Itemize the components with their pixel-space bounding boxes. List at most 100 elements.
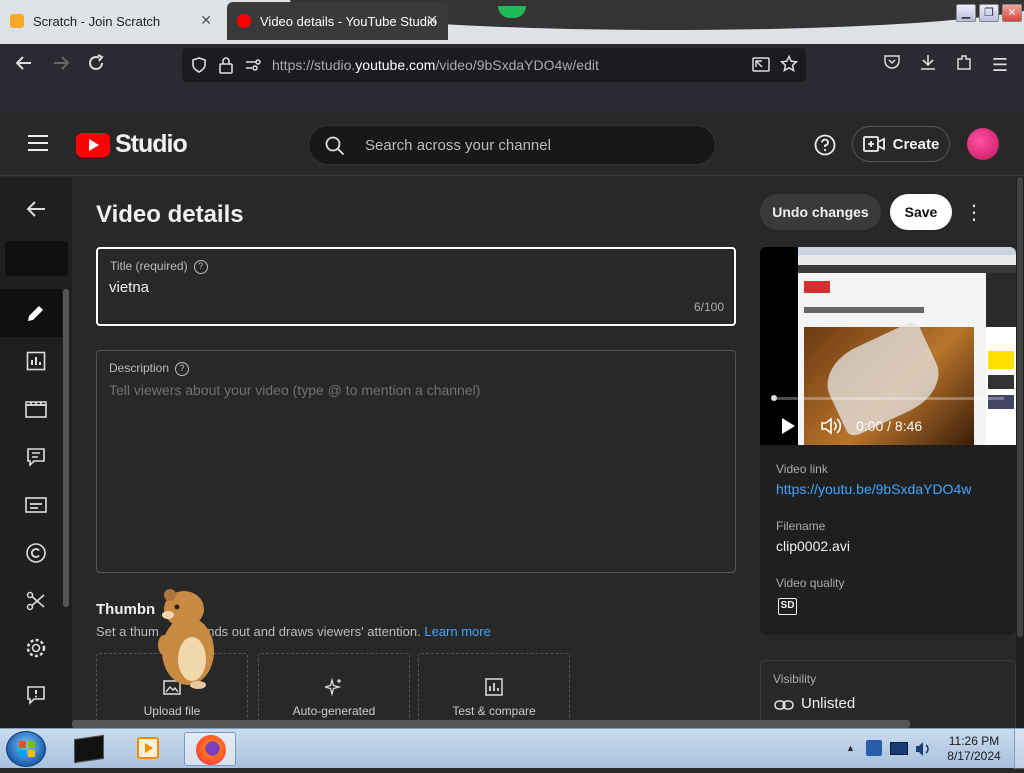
video-progress-track[interactable] (772, 397, 1004, 400)
picture-in-picture-icon[interactable] (752, 57, 770, 78)
video-card: 0:00 / 8:46 Video link https://youtu.be/… (760, 247, 1016, 635)
studio-menu-icon[interactable] (28, 134, 48, 157)
help-icon[interactable] (814, 134, 836, 161)
tab-scratch[interactable]: Scratch - Join Scratch ✕ (0, 2, 222, 40)
start-button[interactable] (6, 731, 46, 767)
hamster-desktop-pet[interactable] (150, 585, 220, 690)
taskbar-item-terminal[interactable] (64, 732, 112, 766)
create-video-icon (862, 136, 885, 152)
tray-show-hidden-icon[interactable]: ▲ (846, 743, 855, 753)
windows-logo-icon (19, 741, 35, 757)
logo-text: Studio (115, 130, 188, 158)
sidebar-scrollbar[interactable] (63, 289, 69, 607)
test-compare-label: Test & compare (452, 704, 536, 718)
browser-tab-strip: Scratch - Join Scratch ✕ Video details -… (0, 0, 1024, 44)
visibility-value: Unlisted (801, 695, 856, 712)
reload-icon[interactable] (84, 53, 108, 77)
sidebar-item-editor-clapper-icon[interactable] (18, 391, 54, 427)
description-field-label: Description? (109, 361, 190, 376)
sidebar-item-details-pencil-icon[interactable] (18, 295, 54, 331)
minimize-window-button[interactable]: ▁ (956, 4, 976, 22)
filename-value: clip0002.avi (776, 538, 850, 554)
horizontal-scrollbar[interactable] (72, 720, 910, 728)
tab-list-chevron-down-icon[interactable] (886, 12, 902, 28)
tray-network-icon[interactable] (890, 742, 908, 755)
permissions-icon[interactable] (244, 57, 262, 78)
url-domain: youtube.com (355, 57, 436, 73)
video-link[interactable]: https://youtu.be/9bSxdaYDO4w (776, 481, 971, 497)
title-value[interactable]: vietna (109, 279, 149, 296)
sidebar-item-comments-icon[interactable] (18, 439, 54, 475)
browser-nav-bar: https://studio.youtube.com/video/9bSxdaY… (0, 44, 1024, 112)
tray-app-icon[interactable] (866, 740, 882, 756)
title-field-label: Title (required)? (110, 259, 208, 274)
close-tab-icon[interactable]: ✕ (200, 12, 212, 29)
pocket-icon[interactable] (880, 53, 904, 77)
taskbar-clock[interactable]: 11:26 PM 8/17/2024 (936, 734, 1012, 764)
close-window-button[interactable]: ✕ (1002, 4, 1022, 22)
undo-changes-button[interactable]: Undo changes (760, 194, 881, 230)
sidebar-settings-gear-icon[interactable] (18, 630, 54, 666)
description-label-text: Description (109, 361, 170, 375)
title-counter: 6/100 (693, 300, 724, 314)
tab-video-details[interactable]: Video details - YouTube Studio ✕ (227, 2, 448, 40)
test-compare-button[interactable]: Test & compare (418, 653, 570, 728)
downloads-icon[interactable] (916, 53, 940, 77)
search-placeholder: Search across your channel (365, 137, 551, 154)
sidebar-feedback-icon[interactable] (18, 677, 54, 713)
show-desktop-button[interactable] (1014, 729, 1024, 769)
chart-icon (419, 678, 569, 701)
video-progress-handle[interactable] (771, 395, 777, 401)
save-button[interactable]: Save (890, 194, 952, 230)
url-prefix: https://studio. (272, 57, 356, 73)
sidebar-item-subtitles-icon[interactable] (18, 487, 54, 523)
tab-title: Scratch - Join Scratch (33, 13, 161, 29)
youtube-play-logo-icon (76, 132, 110, 157)
video-player[interactable]: 0:00 / 8:46 (760, 247, 1016, 445)
video-link-label: Video link (776, 462, 828, 476)
menu-hamburger-icon[interactable]: ☰ (988, 53, 1012, 77)
forward-arrow-icon[interactable] (49, 53, 73, 77)
learn-more-link[interactable]: Learn more (424, 624, 490, 639)
sidebar-item-analytics-icon[interactable] (18, 343, 54, 379)
scratch-favicon-icon (10, 14, 24, 28)
url-text[interactable]: https://studio.youtube.com/video/9bSxdaY… (272, 57, 599, 73)
back-arrow-icon[interactable] (18, 191, 54, 227)
more-options-icon[interactable]: ⋮ (964, 200, 984, 225)
url-path: /video/9bSxdaYDO4w/edit (435, 57, 599, 73)
address-bar[interactable]: https://studio.youtube.com/video/9bSxdaY… (182, 48, 806, 82)
youtube-studio-favicon-icon (237, 14, 251, 28)
taskbar-item-media-player[interactable] (124, 732, 172, 766)
description-placeholder: Tell viewers about your video (type @ to… (109, 382, 481, 398)
youtube-studio-logo[interactable]: Studio (76, 130, 188, 159)
tray-volume-icon[interactable] (914, 740, 932, 763)
auto-generated-button[interactable]: Auto-generated (258, 653, 410, 728)
bookmark-star-icon[interactable] (779, 54, 799, 78)
page-scrollbar[interactable] (1016, 177, 1024, 728)
taskbar-item-firefox[interactable] (184, 732, 236, 766)
close-tab-icon[interactable]: ✕ (426, 12, 438, 29)
avatar[interactable] (967, 128, 999, 160)
channel-search-input[interactable]: Search across your channel (308, 125, 716, 165)
extensions-icon[interactable] (952, 53, 976, 77)
sd-badge: SD (778, 598, 797, 615)
title-field[interactable]: Title (required)? vietna 6/100 (96, 247, 736, 326)
clock-time: 11:26 PM (948, 734, 1000, 748)
windows-taskbar: ▲ 11:26 PM 8/17/2024 (0, 728, 1024, 769)
thumbnail-heading: Thumbn (96, 601, 156, 618)
volume-icon[interactable] (820, 416, 842, 441)
restore-window-button[interactable]: ❐ (979, 4, 999, 22)
sidebar-item-copyright-icon[interactable] (18, 535, 54, 571)
channel-thumbnail[interactable] (5, 241, 68, 276)
shield-icon[interactable] (190, 56, 208, 79)
help-icon[interactable]: ? (175, 361, 190, 376)
help-icon[interactable]: ? (193, 259, 208, 274)
firefox-icon (196, 735, 226, 765)
auto-generated-label: Auto-generated (292, 704, 376, 718)
play-icon[interactable] (780, 417, 796, 440)
back-arrow-icon[interactable] (12, 53, 36, 77)
create-button[interactable]: Create (852, 126, 950, 162)
description-field[interactable]: Description? Tell viewers about your vid… (96, 350, 736, 573)
sidebar-item-clips-scissors-icon[interactable] (18, 583, 54, 619)
lock-icon[interactable] (218, 56, 234, 79)
